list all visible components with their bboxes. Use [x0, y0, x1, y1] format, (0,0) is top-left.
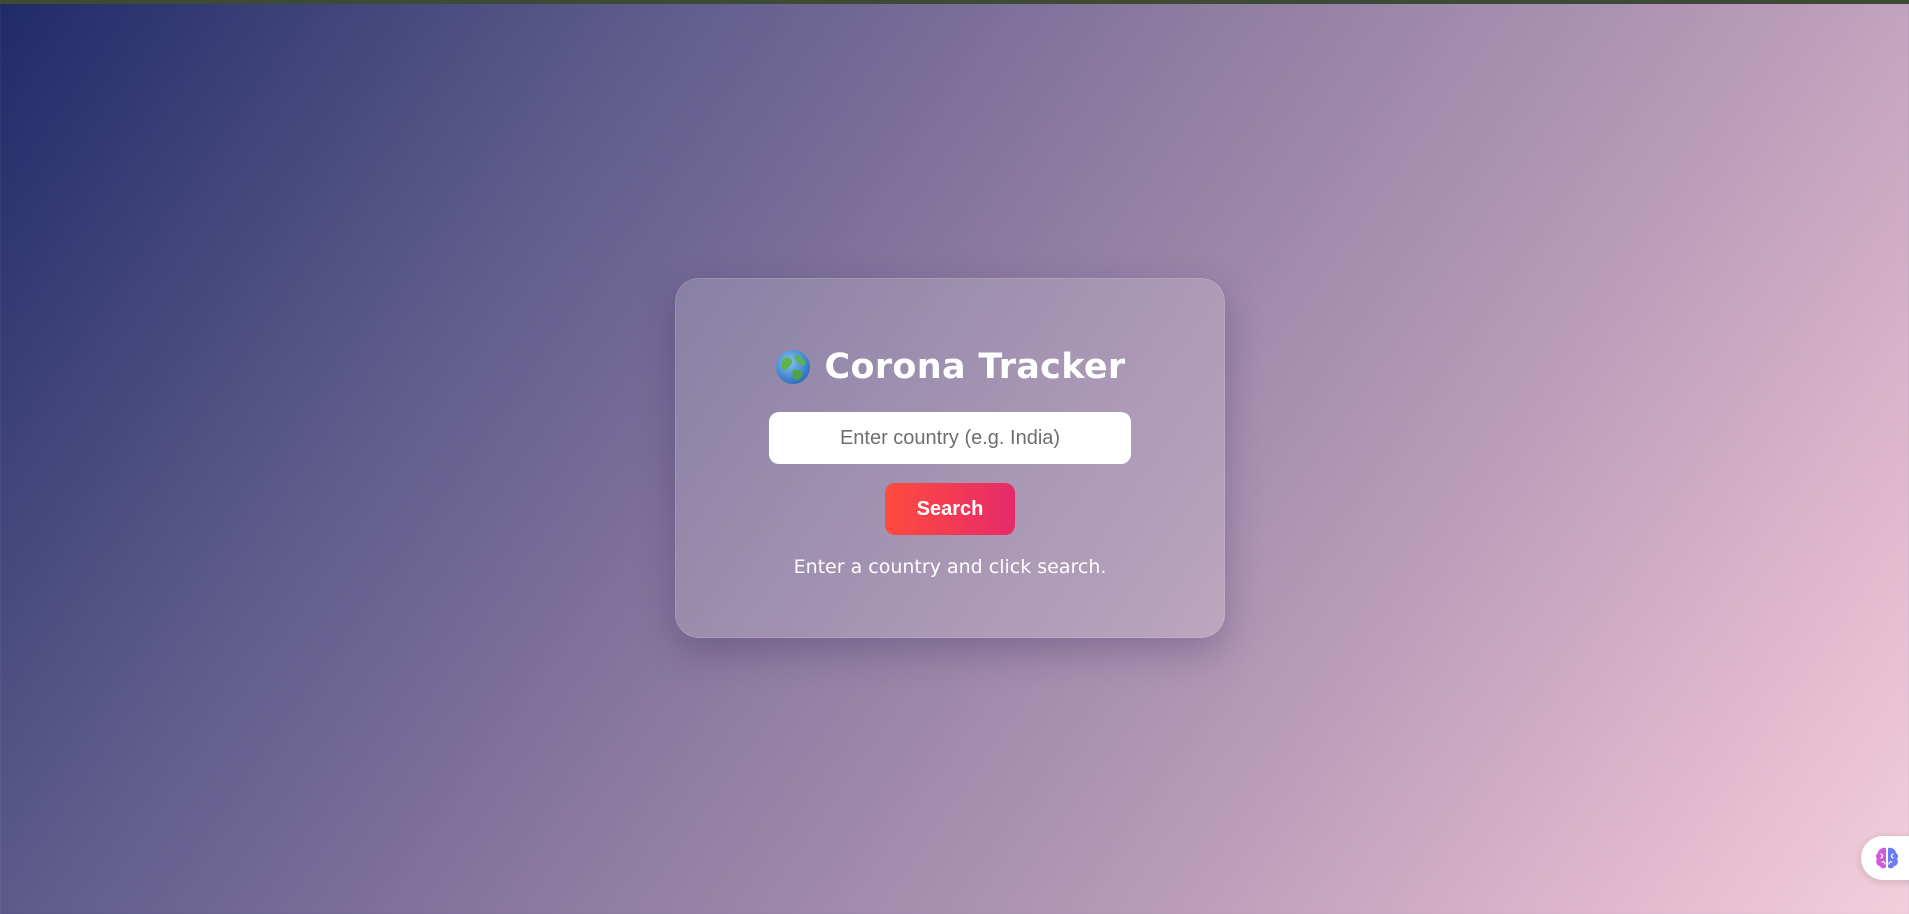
status-message: Enter a country and click search. — [793, 556, 1107, 578]
title-text: Corona Tracker — [824, 347, 1126, 387]
floating-assistant-button[interactable] — [1861, 836, 1909, 880]
globe-icon — [775, 349, 811, 385]
brain-icon — [1873, 844, 1901, 872]
tracker-card: Corona Tracker Search Enter a country an… — [675, 278, 1225, 638]
page-title: Corona Tracker — [675, 342, 1225, 392]
country-search-input[interactable] — [769, 412, 1131, 464]
search-button[interactable]: Search — [885, 483, 1015, 535]
window-top-strip — [0, 0, 1909, 4]
